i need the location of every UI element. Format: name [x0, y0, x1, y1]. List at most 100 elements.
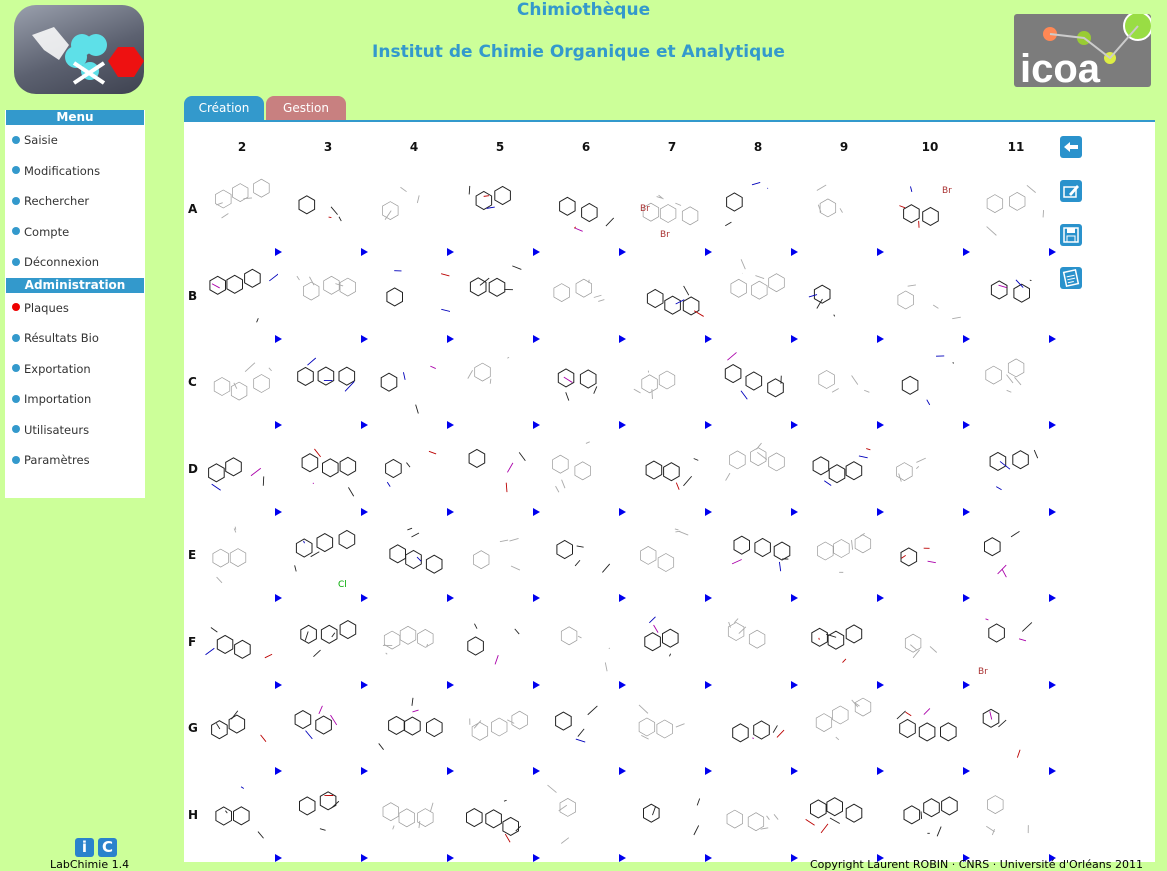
well-detail-arrow-icon[interactable]: [877, 508, 884, 516]
well-G7[interactable]: [632, 691, 708, 765]
well-detail-arrow-icon[interactable]: [705, 335, 712, 343]
well-detail-arrow-icon[interactable]: [447, 248, 454, 256]
well-D9[interactable]: [804, 432, 880, 506]
well-A4[interactable]: [374, 172, 450, 246]
well-B4[interactable]: [374, 259, 450, 333]
well-F10[interactable]: [890, 605, 966, 679]
nav-plaques[interactable]: Plaques: [5, 293, 145, 324]
well-F7[interactable]: [632, 605, 708, 679]
well-G4[interactable]: [374, 691, 450, 765]
well-detail-arrow-icon[interactable]: [791, 767, 798, 775]
well-detail-arrow-icon[interactable]: [1049, 767, 1056, 775]
well-detail-arrow-icon[interactable]: [447, 594, 454, 602]
well-detail-arrow-icon[interactable]: [361, 767, 368, 775]
well-E10[interactable]: [890, 518, 966, 592]
nav-modifications[interactable]: Modifications: [5, 156, 145, 187]
well-G3[interactable]: [288, 691, 364, 765]
well-C2[interactable]: [202, 345, 278, 419]
nav-deconnexion[interactable]: Déconnexion: [5, 247, 145, 278]
well-detail-arrow-icon[interactable]: [791, 681, 798, 689]
well-D8[interactable]: [718, 432, 794, 506]
well-H9[interactable]: [804, 778, 880, 852]
well-detail-arrow-icon[interactable]: [447, 681, 454, 689]
well-detail-arrow-icon[interactable]: [791, 854, 798, 862]
well-D5[interactable]: [460, 432, 536, 506]
well-A3[interactable]: [288, 172, 364, 246]
well-E8[interactable]: [718, 518, 794, 592]
well-detail-arrow-icon[interactable]: [619, 681, 626, 689]
well-G6[interactable]: [546, 691, 622, 765]
well-F4[interactable]: [374, 605, 450, 679]
well-F2[interactable]: [202, 605, 278, 679]
well-E9[interactable]: [804, 518, 880, 592]
nav-utilisateurs[interactable]: Utilisateurs: [5, 415, 145, 446]
well-detail-arrow-icon[interactable]: [619, 594, 626, 602]
well-detail-arrow-icon[interactable]: [275, 335, 282, 343]
well-detail-arrow-icon[interactable]: [963, 594, 970, 602]
well-B2[interactable]: [202, 259, 278, 333]
well-G5[interactable]: [460, 691, 536, 765]
save-icon[interactable]: [1060, 224, 1082, 246]
well-detail-arrow-icon[interactable]: [705, 767, 712, 775]
well-H2[interactable]: [202, 778, 278, 852]
well-D11[interactable]: [976, 432, 1052, 506]
well-detail-arrow-icon[interactable]: [533, 421, 540, 429]
well-H4[interactable]: [374, 778, 450, 852]
well-B6[interactable]: [546, 259, 622, 333]
well-F5[interactable]: [460, 605, 536, 679]
well-detail-arrow-icon[interactable]: [877, 681, 884, 689]
well-detail-arrow-icon[interactable]: [361, 335, 368, 343]
well-H6[interactable]: [546, 778, 622, 852]
well-detail-arrow-icon[interactable]: [533, 767, 540, 775]
well-D10[interactable]: [890, 432, 966, 506]
well-detail-arrow-icon[interactable]: [705, 854, 712, 862]
well-detail-arrow-icon[interactable]: [447, 421, 454, 429]
tab-creation[interactable]: Création: [184, 96, 264, 120]
well-D7[interactable]: [632, 432, 708, 506]
well-detail-arrow-icon[interactable]: [447, 335, 454, 343]
well-detail-arrow-icon[interactable]: [361, 508, 368, 516]
well-detail-arrow-icon[interactable]: [791, 335, 798, 343]
well-detail-arrow-icon[interactable]: [619, 508, 626, 516]
well-B5[interactable]: [460, 259, 536, 333]
well-C11[interactable]: [976, 345, 1052, 419]
info-icon[interactable]: i: [75, 838, 94, 857]
well-detail-arrow-icon[interactable]: [791, 248, 798, 256]
well-detail-arrow-icon[interactable]: [1049, 335, 1056, 343]
well-D3[interactable]: [288, 432, 364, 506]
well-G8[interactable]: [718, 691, 794, 765]
well-detail-arrow-icon[interactable]: [963, 421, 970, 429]
well-H10[interactable]: [890, 778, 966, 852]
edit-icon[interactable]: [1060, 180, 1082, 202]
well-detail-arrow-icon[interactable]: [963, 248, 970, 256]
well-detail-arrow-icon[interactable]: [361, 421, 368, 429]
well-B10[interactable]: [890, 259, 966, 333]
well-detail-arrow-icon[interactable]: [877, 767, 884, 775]
well-detail-arrow-icon[interactable]: [275, 681, 282, 689]
well-A6[interactable]: [546, 172, 622, 246]
well-D4[interactable]: [374, 432, 450, 506]
well-C7[interactable]: [632, 345, 708, 419]
well-B11[interactable]: [976, 259, 1052, 333]
well-C8[interactable]: [718, 345, 794, 419]
well-H8[interactable]: [718, 778, 794, 852]
well-F6[interactable]: [546, 605, 622, 679]
well-C10[interactable]: [890, 345, 966, 419]
well-detail-arrow-icon[interactable]: [275, 594, 282, 602]
well-detail-arrow-icon[interactable]: [1049, 248, 1056, 256]
nav-resultats-bio[interactable]: Résultats Bio: [5, 323, 145, 354]
well-detail-arrow-icon[interactable]: [619, 421, 626, 429]
well-detail-arrow-icon[interactable]: [705, 681, 712, 689]
well-G9[interactable]: [804, 691, 880, 765]
well-detail-arrow-icon[interactable]: [1049, 421, 1056, 429]
well-F8[interactable]: [718, 605, 794, 679]
well-detail-arrow-icon[interactable]: [361, 594, 368, 602]
well-C6[interactable]: [546, 345, 622, 419]
well-detail-arrow-icon[interactable]: [533, 594, 540, 602]
well-E11[interactable]: [976, 518, 1052, 592]
well-G10[interactable]: [890, 691, 966, 765]
well-detail-arrow-icon[interactable]: [275, 767, 282, 775]
well-E2[interactable]: [202, 518, 278, 592]
well-detail-arrow-icon[interactable]: [447, 767, 454, 775]
well-C4[interactable]: [374, 345, 450, 419]
